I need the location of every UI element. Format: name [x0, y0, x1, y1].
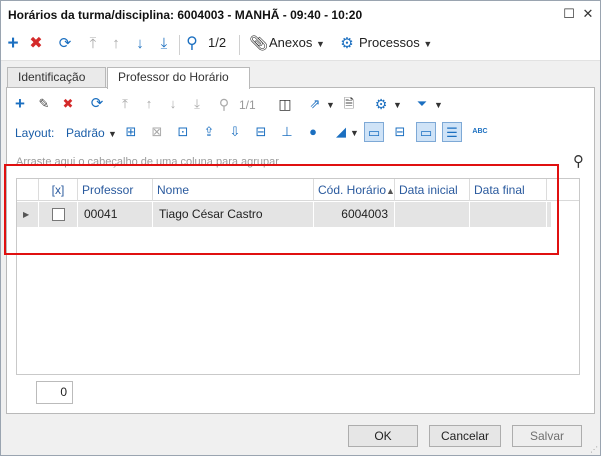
layout-value: Padrão	[66, 126, 105, 140]
export-icon[interactable]: ⇗	[305, 94, 325, 114]
columns-icon[interactable]: ◫	[275, 94, 295, 114]
grid-toolbar: + ✎ ✖ ⟳ ⤒ ↑ ↓ ⤓ ⚲ 1/1 ◫ ⇗ ▼ 🗎︎ ⚙ ▼ ⏷ ▼	[7, 94, 594, 118]
chevron-down-icon: ▼	[316, 39, 325, 49]
previous-record-icon[interactable]: ↑	[108, 34, 124, 54]
document-icon[interactable]: 🗎︎	[339, 94, 359, 114]
layout-toolbar: Layout: Padrão ▼ ⊞ ⊠ ⊡ ⇪ ⇩ ⊟ ⊥ ● ◢ ▼ ▭ ⊟…	[7, 122, 594, 146]
add-layout-icon[interactable]: ⊞	[121, 122, 141, 142]
cancel-button[interactable]: Cancelar	[429, 425, 501, 447]
header-toggle-icon[interactable]: ▭	[416, 122, 436, 142]
export-layout-icon[interactable]: ⇩	[225, 122, 245, 142]
anexos-menu[interactable]: Anexos ▼	[269, 35, 325, 50]
refresh-icon[interactable]: ⟳	[56, 34, 74, 54]
save-layout-icon[interactable]: ⊡	[173, 122, 193, 142]
remove-layout-icon[interactable]: ⊠	[147, 122, 167, 142]
title-bar: Horários da turma/disciplina: 6004003 - …	[1, 1, 600, 29]
separator	[239, 35, 240, 55]
delete-icon[interactable]: ✖	[58, 94, 78, 114]
previous-record-icon[interactable]: ↑	[139, 94, 159, 114]
paperclip-icon: 📎︎	[249, 35, 269, 52]
add-icon[interactable]: +	[10, 94, 30, 114]
chevron-down-icon[interactable]: ▼	[393, 100, 402, 110]
chevron-down-icon: ▼	[108, 129, 117, 139]
last-record-icon[interactable]: ⤓	[187, 94, 207, 114]
chart-icon[interactable]: ◢	[331, 122, 351, 142]
record-count: 0	[36, 381, 73, 404]
first-record-icon[interactable]: ⤒	[115, 94, 135, 114]
tab-identificacao[interactable]: Identificação	[7, 67, 106, 88]
close-icon[interactable]: ✕	[579, 5, 597, 23]
chevron-down-icon[interactable]: ▼	[350, 128, 359, 138]
save-button[interactable]: Salvar	[512, 425, 582, 447]
anexos-label: Anexos	[269, 35, 313, 50]
maximize-icon[interactable]: ☐	[560, 5, 578, 23]
chevron-down-icon: ▼	[423, 39, 433, 49]
chevron-down-icon[interactable]: ▼	[326, 100, 335, 110]
edit-icon[interactable]: ✎	[34, 94, 54, 114]
resize-grip-icon[interactable]: ⋰	[590, 445, 599, 454]
layout-label: Layout:	[15, 126, 55, 140]
search-icon[interactable]: ⚲	[573, 152, 584, 170]
first-record-icon[interactable]: ⤒	[85, 34, 101, 54]
search-icon[interactable]: ⚲	[214, 94, 234, 114]
layout-select[interactable]: Padrão ▼	[66, 126, 117, 140]
import-layout-icon[interactable]: ⇪	[199, 122, 219, 142]
chevron-down-icon[interactable]: ▼	[434, 100, 443, 110]
processos-menu[interactable]: Processos ▼	[359, 35, 432, 50]
shapes-icon[interactable]: ●	[303, 122, 323, 142]
highlight-box	[4, 164, 559, 255]
gear-icon: ⚙	[340, 35, 354, 52]
dialog-window: Horários da turma/disciplina: 6004003 - …	[0, 0, 601, 456]
grid-pager: 1/1	[239, 98, 256, 112]
delete-icon[interactable]: ✖	[27, 34, 45, 54]
settings-icon[interactable]: ⚙	[371, 94, 391, 114]
split-view-icon[interactable]: ⊟	[390, 122, 410, 142]
pin-icon[interactable]: ⊥	[277, 122, 297, 142]
next-record-icon[interactable]: ↓	[132, 34, 148, 54]
filter-icon[interactable]: ⏷	[412, 94, 432, 114]
group-panel-icon[interactable]: ☰	[442, 122, 462, 142]
search-icon[interactable]: ⚲	[184, 34, 200, 54]
ok-button[interactable]: OK	[348, 425, 418, 447]
record-pager: 1/2	[208, 35, 227, 50]
next-record-icon[interactable]: ↓	[163, 94, 183, 114]
spellcheck-icon[interactable]: ABC	[470, 122, 490, 142]
footer-toggle-icon[interactable]: ▭	[364, 122, 384, 142]
window-title: Horários da turma/disciplina: 6004003 - …	[8, 8, 363, 22]
processos-label: Processos	[359, 35, 420, 50]
refresh-icon[interactable]: ⟳	[87, 94, 107, 114]
separator	[179, 35, 180, 55]
tab-professor-do-horario[interactable]: Professor do Horário	[107, 67, 250, 89]
last-record-icon[interactable]: ⤓	[156, 34, 172, 54]
add-icon[interactable]: +	[4, 34, 22, 54]
main-toolbar: + ✖ ⟳ ⤒ ↑ ↓ ⤓ ⚲ 1/2 📎︎ Anexos ▼ ⚙ Proces…	[1, 29, 600, 61]
paint-icon[interactable]: ⊟	[251, 122, 271, 142]
